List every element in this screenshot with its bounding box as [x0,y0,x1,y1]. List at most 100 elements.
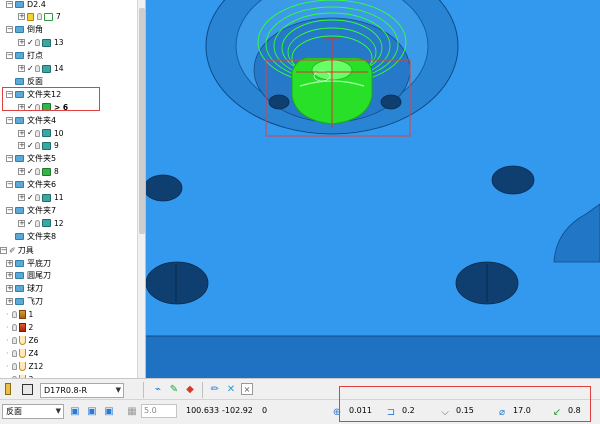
workplane-button-3[interactable]: ▣ [102,404,116,418]
folder-item[interactable]: 反面 [6,75,43,87]
folder-item[interactable]: − D2.4 [6,0,46,10]
expand-toggle[interactable] [6,77,13,85]
lightbulb-icon[interactable] [35,129,40,137]
expand-toggle[interactable]: − [6,116,13,124]
expand-toggle[interactable]: − [6,155,13,163]
question-icon [27,12,34,21]
toolpath-item[interactable]: + ✓ 8 [18,166,59,178]
tool-combo[interactable]: D17R0.8-R ▼ [40,383,124,398]
expand-toggle[interactable]: − [0,246,7,254]
tool-item[interactable]: · Z12 [6,360,43,372]
expand-toggle[interactable]: − [6,206,13,214]
expand-toggle[interactable]: + [6,298,13,306]
toolpath-item[interactable]: + ✓ 14 [18,63,64,75]
toolpath-item[interactable]: + ✓ 12 [18,217,64,229]
folder-item[interactable]: − 文件夹7 [6,204,56,216]
folder-item[interactable]: − 倒角 [6,24,43,36]
check-icon[interactable]: ✓ [27,64,34,73]
expand-toggle[interactable]: − [6,52,13,60]
disabled-value-field[interactable]: 5.0 [141,404,177,418]
workplane-button-2[interactable]: ▣ [85,404,99,418]
check-icon[interactable]: ✓ [27,193,34,202]
explorer-tree[interactable]: − D2.4 +7− 倒角 + ✓ 13− 打点 + ✓ 14 反面 − 文件夹12 + ✓ > 6− 文件夹4 +… [0,0,146,378]
check-icon[interactable]: ✓ [27,141,34,150]
cutter-icon [18,335,26,345]
folder-item[interactable]: + 球刀 [6,283,43,295]
expand-toggle[interactable]: + [18,142,25,150]
lightbulb-icon[interactable] [35,168,40,176]
workplane-button-1[interactable]: ▣ [68,404,82,418]
check-icon[interactable]: ✓ [27,38,34,47]
folder-item[interactable]: − 文件夹4 [6,114,56,126]
folder-item[interactable]: − 打点 [6,50,43,62]
tool-item[interactable]: · Z6 [6,334,38,346]
expand-toggle[interactable]: + [18,39,25,47]
toolpath-icon [42,219,51,228]
expand-toggle[interactable]: + [18,65,25,72]
toolpath-item[interactable]: + ✓ 13 [18,37,64,49]
folder-label: 文件夹4 [27,115,57,125]
folder-item[interactable]: − 文件夹6 [6,179,56,191]
tree-scrollbar-thumb[interactable] [139,8,145,234]
folder-label: 文件夹5 [27,154,57,164]
check-icon[interactable]: ✓ [27,219,34,227]
toolpath-item[interactable]: + ✓ 11 [18,192,64,204]
expand-toggle[interactable]: − [6,0,13,8]
tools-button[interactable]: ✕ [224,382,238,396]
expand-toggle[interactable]: + [18,129,25,137]
grid-button[interactable]: ▦ [125,404,139,418]
tool-item[interactable]: · 1 [6,309,33,321]
expand-toggle[interactable]: + [18,168,25,176]
close-button[interactable]: × [241,383,253,395]
lightbulb-icon[interactable] [35,65,40,72]
model-render [146,0,600,378]
folder-item[interactable]: + 飞刀 [6,296,43,308]
tool-icon-button[interactable] [1,382,15,396]
expand-toggle[interactable]: + [18,219,25,227]
lightbulb-icon[interactable] [11,362,17,370]
graphics-viewport[interactable] [146,0,600,378]
toolpath-edit-button[interactable]: ✎ [167,382,181,396]
expand-toggle[interactable]: + [6,285,13,293]
workplane-combo[interactable]: 反面 ▼ [2,404,64,419]
lightbulb-icon[interactable] [11,311,17,319]
expand-toggle[interactable]: − [6,26,13,34]
check-icon[interactable]: ✓ [27,167,34,176]
folder-item[interactable]: 文件夹8 [6,230,56,242]
expand-toggle[interactable] [6,232,13,240]
lightbulb-icon[interactable] [35,219,40,227]
toolpath-icon [44,12,53,21]
check-icon[interactable]: ✓ [27,129,34,137]
folder-item[interactable]: − 文件夹5 [6,153,56,165]
tool-library-button[interactable] [20,382,34,396]
tool-item[interactable]: · Z4 [6,347,38,359]
expand-toggle[interactable]: + [6,272,13,280]
toolpath-item[interactable]: + ✓ 9 [18,140,59,152]
folder-icon [15,77,24,85]
expand-toggle[interactable]: + [6,259,13,267]
pencil-button[interactable]: ✏ [208,382,222,396]
expand-toggle[interactable]: + [18,194,25,201]
tree-scrollbar[interactable] [137,0,145,378]
toolpath-calc-button[interactable]: ⌁ [151,382,165,396]
lightbulb-icon[interactable] [11,349,17,357]
lightbulb-icon[interactable] [35,194,40,201]
toolpath-item[interactable]: +7 [18,11,61,23]
lightbulb-icon[interactable] [11,324,17,331]
cutter-icon [18,361,26,371]
lightbulb-icon[interactable] [37,13,42,21]
expand-toggle[interactable]: + [18,13,25,21]
lightbulb-icon[interactable] [35,39,40,47]
toolpath-icon [42,141,51,150]
toolpath-label: 14 [54,64,64,73]
lightbulb-icon[interactable] [11,336,17,344]
folder-item[interactable]: + 圆尾刀 [6,270,51,282]
close-icon: × [243,384,251,394]
tools-root[interactable]: − ✐ 刀具 [0,244,34,256]
toolpath-verify-button[interactable]: ◆ [183,382,197,396]
folder-item[interactable]: + 平底刀 [6,257,51,269]
tool-item[interactable]: · 2 [6,322,33,334]
expand-toggle[interactable]: − [6,181,13,189]
toolpath-item[interactable]: + ✓ 10 [18,127,64,139]
lightbulb-icon[interactable] [35,142,40,150]
